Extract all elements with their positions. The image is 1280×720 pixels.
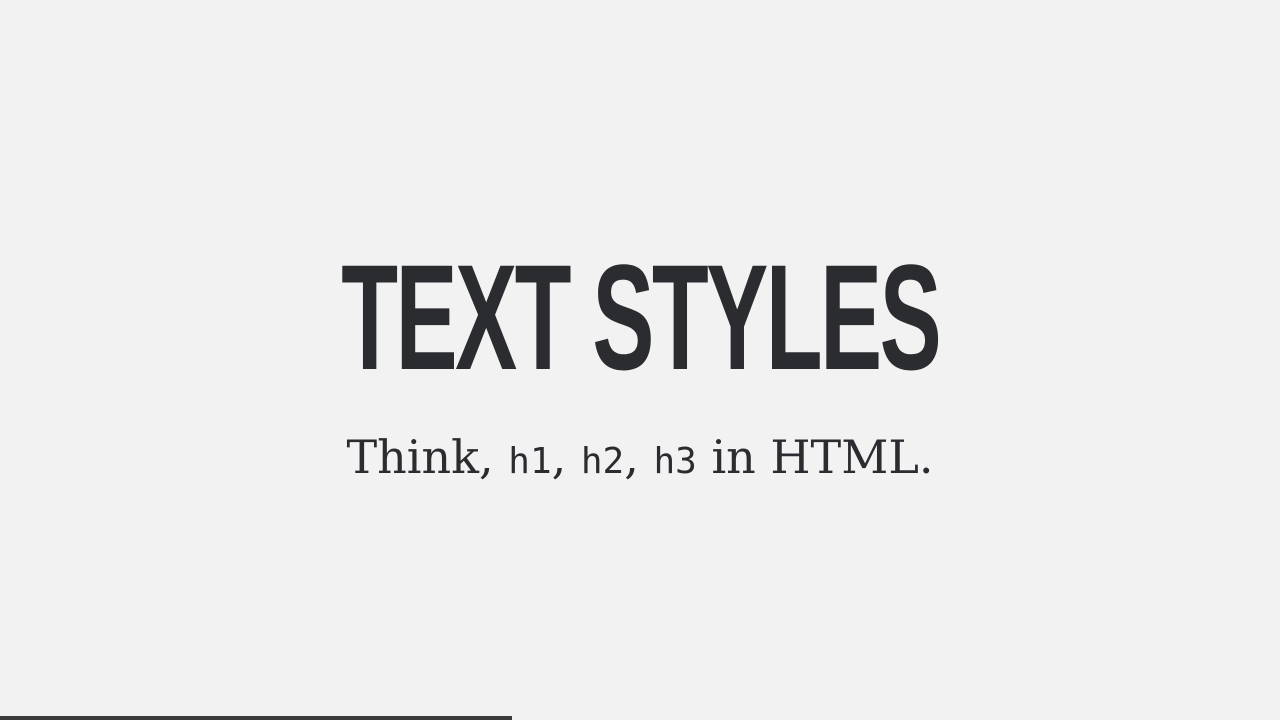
slide-content: TEXT STYLES Think, h1, h2, h3 in HTML. — [0, 0, 1280, 720]
slide-subtitle: Think, h1, h2, h3 in HTML. — [347, 430, 934, 485]
code-h3: h3 — [653, 441, 697, 483]
slide-title: TEXT STYLES — [341, 233, 941, 402]
progress-bar — [0, 716, 512, 720]
subtitle-separator: , — [551, 430, 581, 485]
code-h1: h1 — [508, 441, 552, 483]
subtitle-suffix: in HTML. — [696, 430, 934, 485]
subtitle-prefix: Think, — [346, 430, 509, 485]
code-h2: h2 — [580, 441, 625, 483]
slide: TEXT STYLES Think, h1, h2, h3 in HTML. — [0, 0, 1280, 720]
subtitle-separator: , — [624, 430, 654, 485]
